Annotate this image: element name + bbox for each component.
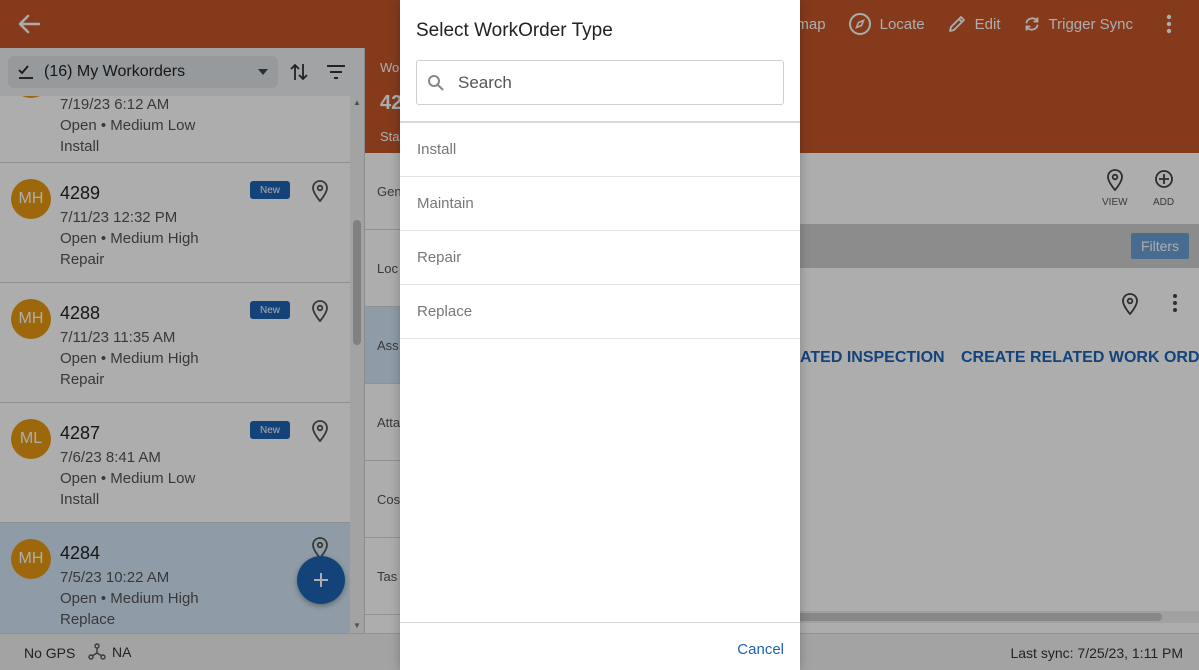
search-input[interactable] <box>458 72 758 93</box>
dialog-title: Select WorkOrder Type <box>416 20 613 41</box>
dialog-footer: Cancel <box>400 622 800 670</box>
dialog-search-box <box>416 60 784 105</box>
option-maintain[interactable]: Maintain <box>400 177 800 231</box>
search-icon <box>428 75 444 91</box>
option-replace[interactable]: Replace <box>400 285 800 339</box>
option-repair[interactable]: Repair <box>400 231 800 285</box>
cancel-button[interactable]: Cancel <box>737 641 784 658</box>
select-workorder-type-dialog: Select WorkOrder Type Install Maintain R… <box>400 0 800 670</box>
option-install[interactable]: Install <box>400 123 800 177</box>
